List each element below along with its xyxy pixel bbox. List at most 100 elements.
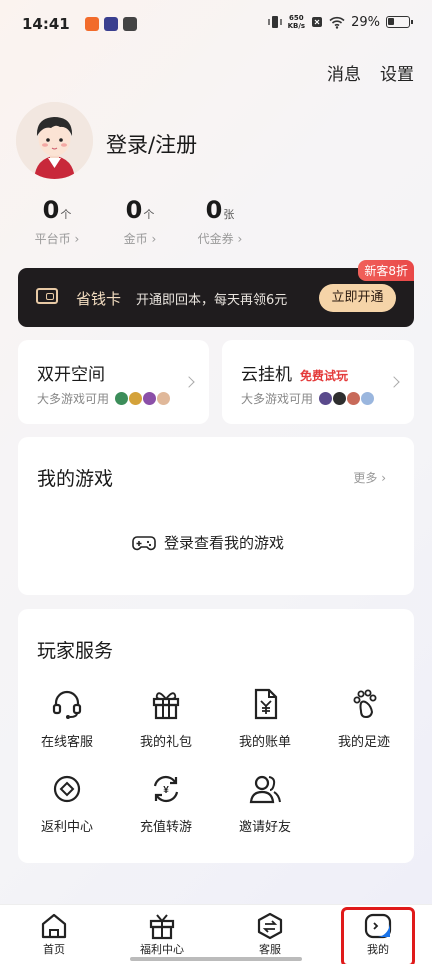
battery-icon [386,16,413,28]
my-games-title: 我的游戏 [37,468,114,490]
vip-description: 开通即回本，每天再领6元 [136,293,288,308]
video-notification-icon [104,17,118,31]
chevron-right-icon: › [151,232,157,246]
stat-label: 金币 [123,232,148,246]
chevron-right-icon [388,376,400,388]
home-icon [41,913,67,939]
invite-icon [249,775,281,804]
my-games-card: 我的游戏 更多 › 登录查看我的游戏 [18,437,414,595]
app-notification-icon-2 [123,17,137,31]
selected-tab-highlight [341,907,415,964]
free-trial-tag: 免费试玩 [300,369,349,383]
gamepad-icon [132,535,156,550]
chevron-right-icon [183,376,195,388]
svg-text:¥: ¥ [163,785,169,796]
game-icon [156,391,172,406]
messages-link[interactable]: 消息 [327,60,361,85]
stat-platform-coin[interactable]: 0个 平台币 › [12,196,102,247]
game-icon [142,391,158,406]
service-icon [257,912,283,940]
service-label: 我的足迹 [337,735,390,750]
stat-label: 平台币 [34,232,71,246]
tab-customer-service[interactable]: 客服 [216,905,324,957]
login-prompt-text: 登录查看我的游戏 [164,534,285,552]
services-title: 玩家服务 [37,640,114,662]
rebate-icon [53,775,81,803]
game-icon [360,391,376,406]
open-now-button[interactable]: 立即开通 [319,284,396,312]
wifi-icon [329,16,345,29]
cloud-subtitle: 大多游戏可用 [241,392,314,406]
stat-label: 代金券 [197,232,234,246]
service-recharge-transfer[interactable]: ¥ 充值转游 [116,772,216,835]
dual-space-subtitle-row: 大多游戏可用 [37,390,172,407]
battery-percent: 29% [351,14,380,30]
dual-space-title: 双开空间 [37,365,105,385]
status-bar: 14:41 650 KB/s 29% [0,0,432,50]
login-register-link[interactable]: 登录/注册 [106,129,197,159]
wallet-stats: 0个 平台币 › 0个 金币 › 0张 代金券 › [0,196,432,258]
game-icon [332,391,348,406]
tab-welfare-center[interactable]: 福利中心 [108,905,216,957]
bottom-tab-bar: 首页 福利中心 客服 我的 [0,904,432,964]
gift-icon [152,692,180,720]
service-label: 在线客服 [40,735,93,750]
cloud-subtitle-row: 大多游戏可用 [241,390,376,407]
tab-label: 客服 [259,943,281,956]
chevron-right-icon: › [74,232,80,246]
service-label: 返利中心 [40,820,93,835]
service-label: 我的礼包 [139,735,192,750]
nfc-icon [312,17,323,27]
new-customer-badge: 新客8折 [358,260,414,281]
more-label: 更多 [353,471,378,485]
transfer-icon: ¥ [153,775,179,803]
service-invite-friends[interactable]: 邀请好友 [215,772,315,835]
network-speed: 650 KB/s [288,14,305,30]
game-icon [114,391,130,406]
stat-value: 0 [125,196,143,224]
chevron-right-icon: › [237,232,243,246]
service-my-footprints[interactable]: 我的足迹 [314,687,414,750]
headset-icon [52,690,82,719]
service-label: 邀请好友 [238,820,291,835]
stat-voucher[interactable]: 0张 代金券 › [175,196,265,247]
money-saving-card-banner[interactable]: 新客8折 省钱卡 开通即回本，每天再领6元 立即开通 [18,260,414,327]
tab-home[interactable]: 首页 [0,905,108,957]
stat-value: 0 [205,196,223,224]
cloud-hosting-card[interactable]: 云挂机 免费试玩 大多游戏可用 [222,340,414,424]
status-time: 14:41 [22,15,70,33]
cloud-title: 云挂机 [241,365,292,385]
service-label: 充值转游 [139,820,192,835]
game-icon [346,391,362,406]
stat-unit: 张 [223,208,235,221]
wallet-icon [36,288,58,304]
speed-unit: KB/s [287,22,306,30]
game-icon [128,391,144,406]
more-games-link[interactable]: 更多 › [353,469,386,486]
service-rebate-center[interactable]: 返利中心 [17,772,117,835]
login-view-games-prompt[interactable]: 登录查看我的游戏 [132,532,284,553]
settings-link[interactable]: 设置 [380,60,414,85]
status-indicators: 650 KB/s 29% [267,14,413,30]
player-services-card: 玩家服务 在线客服 我的礼包 我的账单 我的足迹 返利中心 ¥ 充值转游 邀请好… [18,609,414,863]
stat-unit: 个 [60,208,72,221]
stat-unit: 个 [143,208,155,221]
dual-space-card[interactable]: 双开空间 大多游戏可用 [18,340,209,424]
stat-gold-coin[interactable]: 0个 金币 › [95,196,185,247]
service-my-gifts[interactable]: 我的礼包 [116,687,216,750]
app-notification-icon [85,17,99,31]
cloud-title-row: 云挂机 免费试玩 [241,360,348,385]
speed-value: 650 [289,14,304,22]
tab-label: 首页 [43,943,65,956]
service-my-bills[interactable]: 我的账单 [215,687,315,750]
bill-icon [254,688,278,720]
vip-title: 省钱卡 [76,290,122,308]
top-links: 消息 设置 [327,60,414,85]
avatar[interactable] [16,102,93,179]
stat-value: 0 [42,196,60,224]
tab-label: 福利中心 [140,943,184,956]
service-online-support[interactable]: 在线客服 [17,687,117,750]
dual-space-subtitle: 大多游戏可用 [37,392,110,406]
gift-box-icon [149,914,175,940]
game-icon [318,391,334,406]
